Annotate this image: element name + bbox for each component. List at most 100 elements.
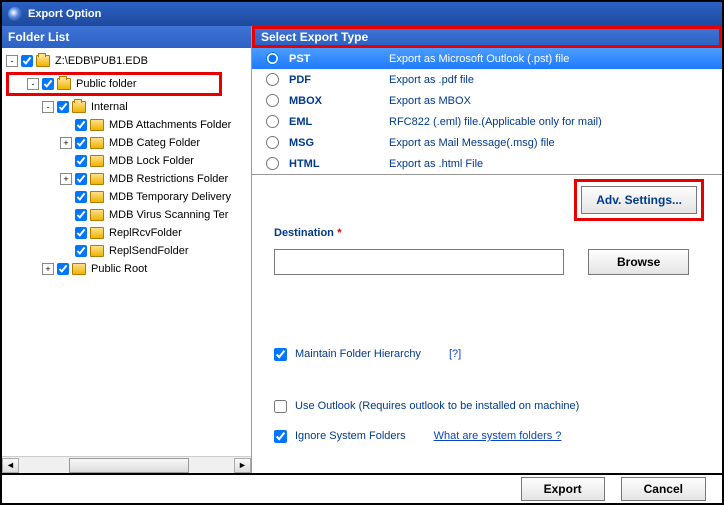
tree-label: ReplRcvFolder <box>107 227 184 239</box>
tree-public-root[interactable]: + Public Root <box>2 260 251 278</box>
tree-label: Public Root <box>89 263 149 275</box>
export-key: HTML <box>289 158 389 170</box>
tree-label: MDB Categ Folder <box>107 137 202 149</box>
tree-item[interactable]: ReplRcvFolder <box>2 224 251 242</box>
export-type-list: PST Export as Microsoft Outlook (.pst) f… <box>252 48 722 175</box>
collapse-icon[interactable]: - <box>27 78 39 90</box>
export-type-mbox[interactable]: MBOX Export as MBOX <box>252 90 722 111</box>
tree-checkbox[interactable] <box>75 209 87 221</box>
expand-icon[interactable]: + <box>60 137 72 149</box>
tree-internal[interactable]: - Internal <box>2 98 251 116</box>
export-key: MSG <box>289 137 389 149</box>
export-radio[interactable] <box>266 136 279 149</box>
scroll-left-icon[interactable]: ◄ <box>2 458 19 473</box>
export-desc: Export as .pdf file <box>389 74 722 86</box>
export-radio[interactable] <box>266 94 279 107</box>
tree-item[interactable]: MDB Lock Folder <box>2 152 251 170</box>
tree-item[interactable]: MDB Attachments Folder <box>2 116 251 134</box>
cancel-button[interactable]: Cancel <box>621 477 706 501</box>
folder-icon <box>90 209 104 221</box>
footer: Export Cancel <box>2 473 722 503</box>
tree-label: MDB Temporary Delivery <box>107 191 233 203</box>
export-type-pst[interactable]: PST Export as Microsoft Outlook (.pst) f… <box>252 48 722 69</box>
tree-item[interactable]: + MDB Restrictions Folder <box>2 170 251 188</box>
tree-public-folder[interactable]: - Public folder <box>9 75 219 93</box>
export-type-pdf[interactable]: PDF Export as .pdf file <box>252 69 722 90</box>
tree-label: MDB Restrictions Folder <box>107 173 230 185</box>
what-system-folders-link[interactable]: What are system folders ? <box>434 430 562 442</box>
destination-label: Destination * <box>274 225 700 239</box>
folder-icon <box>90 155 104 167</box>
export-desc: Export as .html File <box>389 158 722 170</box>
ignore-system-checkbox[interactable] <box>274 430 287 443</box>
folder-icon <box>90 119 104 131</box>
use-outlook-label: Use Outlook (Requires outlook to be inst… <box>295 400 579 412</box>
folder-icon <box>90 245 104 257</box>
tree-checkbox[interactable] <box>75 173 87 185</box>
export-type-msg[interactable]: MSG Export as Mail Message(.msg) file <box>252 132 722 153</box>
tree-hscrollbar[interactable]: ◄ ► <box>2 456 251 473</box>
tree-label: Internal <box>89 101 130 113</box>
tree-checkbox[interactable] <box>75 119 87 131</box>
folder-icon <box>90 137 104 149</box>
tree-item[interactable]: MDB Virus Scanning Ter <box>2 206 251 224</box>
export-button[interactable]: Export <box>521 477 605 501</box>
export-desc: Export as Microsoft Outlook (.pst) file <box>389 53 722 65</box>
tree-checkbox[interactable] <box>57 263 69 275</box>
export-type-header: Select Export Type <box>252 26 722 48</box>
collapse-icon[interactable]: - <box>6 55 18 67</box>
tree-item[interactable]: + MDB Categ Folder <box>2 134 251 152</box>
export-radio[interactable] <box>266 115 279 128</box>
folder-icon <box>90 173 104 185</box>
export-radio[interactable] <box>266 52 279 65</box>
tree-checkbox[interactable] <box>42 78 54 90</box>
tree-label: ReplSendFolder <box>107 245 191 257</box>
folder-icon <box>57 78 71 90</box>
tree-checkbox[interactable] <box>21 55 33 67</box>
export-key: EML <box>289 116 389 128</box>
tree-item[interactable]: MDB Temporary Delivery <box>2 188 251 206</box>
scroll-thumb[interactable] <box>69 458 189 473</box>
maintain-hierarchy-checkbox[interactable] <box>274 348 287 361</box>
export-radio[interactable] <box>266 157 279 170</box>
tree-label: MDB Lock Folder <box>107 155 196 167</box>
tree-checkbox[interactable] <box>75 155 87 167</box>
folder-icon <box>72 101 86 113</box>
export-key: PDF <box>289 74 389 86</box>
tree-item[interactable]: ReplSendFolder <box>2 242 251 260</box>
export-option-window: Export Option Folder List - Z:\EDB\PUB1.… <box>0 0 724 505</box>
export-desc: Export as MBOX <box>389 95 722 107</box>
folder-tree[interactable]: - Z:\EDB\PUB1.EDB - Public folder - <box>2 48 251 456</box>
folder-list-pane: Folder List - Z:\EDB\PUB1.EDB - Public f… <box>2 26 252 473</box>
browse-button[interactable]: Browse <box>588 249 689 275</box>
export-type-eml[interactable]: EML RFC822 (.eml) file.(Applicable only … <box>252 111 722 132</box>
tree-checkbox[interactable] <box>75 191 87 203</box>
export-radio[interactable] <box>266 73 279 86</box>
collapse-icon[interactable]: - <box>42 101 54 113</box>
export-desc: RFC822 (.eml) file.(Applicable only for … <box>389 116 722 128</box>
highlight-adv-settings: Adv. Settings... <box>574 179 704 221</box>
expand-icon[interactable]: + <box>42 263 54 275</box>
tree-checkbox[interactable] <box>75 227 87 239</box>
tree-root[interactable]: - Z:\EDB\PUB1.EDB <box>2 52 251 70</box>
tree-label: MDB Virus Scanning Ter <box>107 209 230 221</box>
folder-icon <box>72 263 86 275</box>
export-type-html[interactable]: HTML Export as .html File <box>252 153 722 174</box>
tree-label: Z:\EDB\PUB1.EDB <box>53 55 150 67</box>
scroll-right-icon[interactable]: ► <box>234 458 251 473</box>
highlight-public-folder: - Public folder <box>6 72 222 96</box>
ignore-system-label: Ignore System Folders <box>295 430 406 442</box>
titlebar: Export Option <box>2 2 722 26</box>
tree-checkbox[interactable] <box>75 137 87 149</box>
use-outlook-checkbox[interactable] <box>274 400 287 413</box>
adv-settings-button[interactable]: Adv. Settings... <box>581 186 697 214</box>
help-icon[interactable]: [?] <box>449 348 461 360</box>
folder-icon <box>90 191 104 203</box>
tree-checkbox[interactable] <box>57 101 69 113</box>
export-desc: Export as Mail Message(.msg) file <box>389 137 722 149</box>
export-key: MBOX <box>289 95 389 107</box>
tree-checkbox[interactable] <box>75 245 87 257</box>
app-icon <box>8 7 22 21</box>
expand-icon[interactable]: + <box>60 173 72 185</box>
destination-input[interactable] <box>274 249 564 275</box>
